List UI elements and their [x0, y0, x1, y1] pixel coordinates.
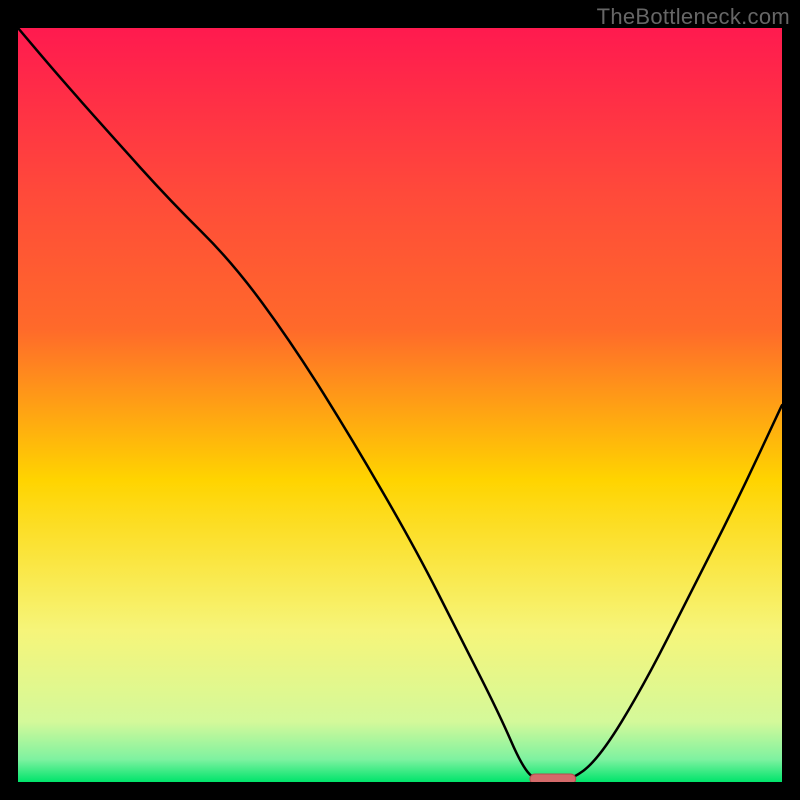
plot-area — [18, 28, 782, 782]
watermark-text: TheBottleneck.com — [597, 4, 790, 30]
chart-svg — [18, 28, 782, 782]
gradient-background — [18, 28, 782, 782]
chart-frame: TheBottleneck.com — [0, 0, 800, 800]
optimal-marker — [530, 774, 576, 782]
